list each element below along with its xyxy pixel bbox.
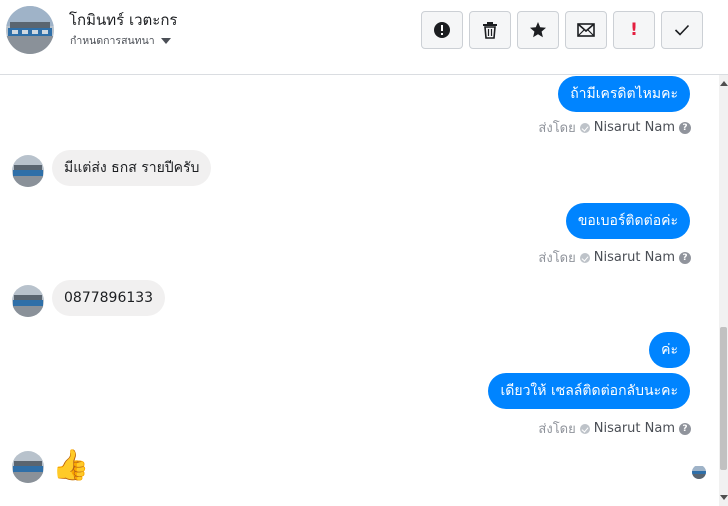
sent-by-agent: Nisarut Nam [593, 250, 675, 265]
help-question-icon[interactable]: ? [679, 422, 691, 435]
check-icon [674, 24, 690, 36]
help-question-icon[interactable]: ? [679, 251, 691, 264]
done-button[interactable] [661, 11, 703, 49]
conversation-settings-label: กำหนดการสนทนา [70, 35, 155, 47]
sent-by-label: ส่งโดย [538, 121, 576, 136]
important-button[interactable]: ! [613, 11, 655, 49]
contact-avatar-small[interactable] [12, 155, 44, 187]
outgoing-message-bubble[interactable]: เดียวให้ เซลล์ติดต่อกลับนะคะ [488, 373, 690, 409]
outgoing-message-bubble[interactable]: ค่ะ [649, 332, 690, 368]
sent-by-label: ส่งโดย [538, 251, 576, 266]
star-icon [530, 22, 546, 38]
thumbs-up-message[interactable]: 👍 [52, 449, 89, 483]
thread-scrollbar[interactable] [719, 75, 728, 506]
incoming-message-bubble[interactable]: 0877896133 [52, 280, 166, 316]
sent-by-agent: Nisarut Nam [593, 120, 675, 135]
contact-avatar-small[interactable] [12, 451, 44, 483]
message-thread: ถ้ามีเครดิตไหมคะ ส่งโดย Nisarut Nam ? มี… [0, 75, 718, 506]
contact-name: โกมินทร์ เวตะกร [69, 11, 178, 29]
star-button[interactable] [517, 11, 559, 49]
trash-icon [483, 22, 497, 39]
conversation-settings-dropdown[interactable]: กำหนดการสนทนา [70, 32, 171, 49]
sent-by-label: ส่งโดย [538, 422, 576, 437]
help-question-icon[interactable]: ? [679, 121, 691, 134]
sent-by-line: ส่งโดย Nisarut Nam ? [538, 117, 691, 138]
envelope-icon [577, 23, 595, 37]
scrollbar-thumb[interactable] [720, 327, 727, 470]
conversation-header: โกมินทร์ เวตะกร กำหนดการสนทนา ! [0, 0, 728, 75]
seen-indicator-avatar [692, 465, 706, 479]
conversation-toolbar: ! [421, 11, 703, 49]
incoming-message-bubble[interactable]: มีแต่ส่ง ธกส รายปีครับ [52, 150, 212, 186]
sent-by-line: ส่งโดย Nisarut Nam ? [538, 418, 691, 439]
verified-check-icon [579, 423, 590, 434]
caret-down-icon [160, 37, 171, 44]
sent-by-line: ส่งโดย Nisarut Nam ? [538, 247, 691, 268]
verified-check-icon [579, 252, 590, 263]
exclamation-icon: ! [630, 19, 638, 40]
contact-avatar[interactable] [6, 6, 54, 54]
scroll-down-arrow-icon[interactable] [720, 495, 728, 500]
outgoing-message-bubble[interactable]: ขอเบอร์ติดต่อค่ะ [565, 203, 690, 239]
outgoing-message-bubble[interactable]: ถ้ามีเครดิตไหมคะ [558, 76, 690, 112]
delete-button[interactable] [469, 11, 511, 49]
scroll-up-arrow-icon[interactable] [720, 81, 728, 86]
contact-avatar-small[interactable] [12, 285, 44, 317]
mark-unread-button[interactable] [565, 11, 607, 49]
mark-spam-button[interactable] [421, 11, 463, 49]
sent-by-agent: Nisarut Nam [593, 421, 675, 436]
verified-check-icon [579, 122, 590, 133]
alert-circle-icon [434, 22, 450, 38]
